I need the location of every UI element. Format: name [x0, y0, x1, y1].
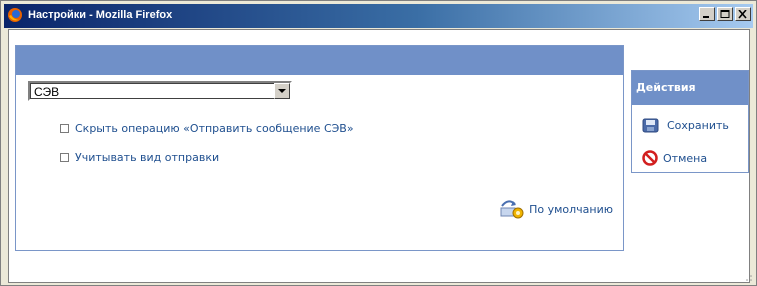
title-bar[interactable]: Настройки - Mozilla Firefox	[4, 4, 753, 28]
reset-defaults-icon	[500, 200, 524, 219]
firefox-icon	[7, 7, 23, 23]
save-icon	[642, 118, 659, 133]
cancel-icon	[642, 150, 658, 166]
close-icon	[738, 10, 747, 19]
option-hide-send[interactable]: Скрыть операцию «Отправить сообщение СЭВ…	[60, 121, 354, 135]
settings-panel: СЭВ Скрыть операцию «Отправить сообщение…	[15, 45, 624, 251]
option-consider-type-label: Учитывать вид отправки	[75, 150, 220, 164]
default-link[interactable]: По умолчанию	[499, 198, 613, 220]
cancel-button[interactable]: Отмена	[642, 149, 707, 167]
checkbox-hide-send[interactable]	[60, 123, 69, 133]
maximize-button[interactable]	[717, 7, 733, 21]
settings-select-value: СЭВ	[34, 85, 60, 99]
dropdown-button[interactable]	[274, 83, 290, 99]
checkbox-consider-type[interactable]	[60, 152, 69, 162]
window-title: Настройки - Mozilla Firefox	[28, 9, 173, 21]
option-hide-send-label: Скрыть операцию «Отправить сообщение СЭВ…	[75, 121, 354, 135]
actions-title: Действия	[636, 81, 696, 94]
maximize-icon	[720, 10, 730, 18]
actions-header: Действия	[632, 71, 748, 105]
chevron-down-icon	[278, 89, 286, 93]
save-label: Сохранить	[667, 118, 729, 132]
option-consider-type[interactable]: Учитывать вид отправки	[60, 150, 219, 164]
browser-window: Настройки - Mozilla Firefox СЭВ Скрыть о…	[0, 0, 757, 286]
close-button[interactable]	[735, 7, 751, 21]
save-button[interactable]: Сохранить	[642, 116, 729, 134]
minimize-icon	[703, 16, 709, 18]
cancel-label: Отмена	[663, 151, 708, 165]
settings-select[interactable]: СЭВ	[28, 81, 292, 101]
default-link-label: По умолчанию	[529, 202, 613, 216]
settings-panel-header	[16, 46, 623, 75]
actions-panel: Действия Сохранить Отмена	[631, 70, 749, 173]
resize-grip-icon[interactable]	[745, 274, 753, 282]
minimize-button[interactable]	[699, 7, 715, 21]
